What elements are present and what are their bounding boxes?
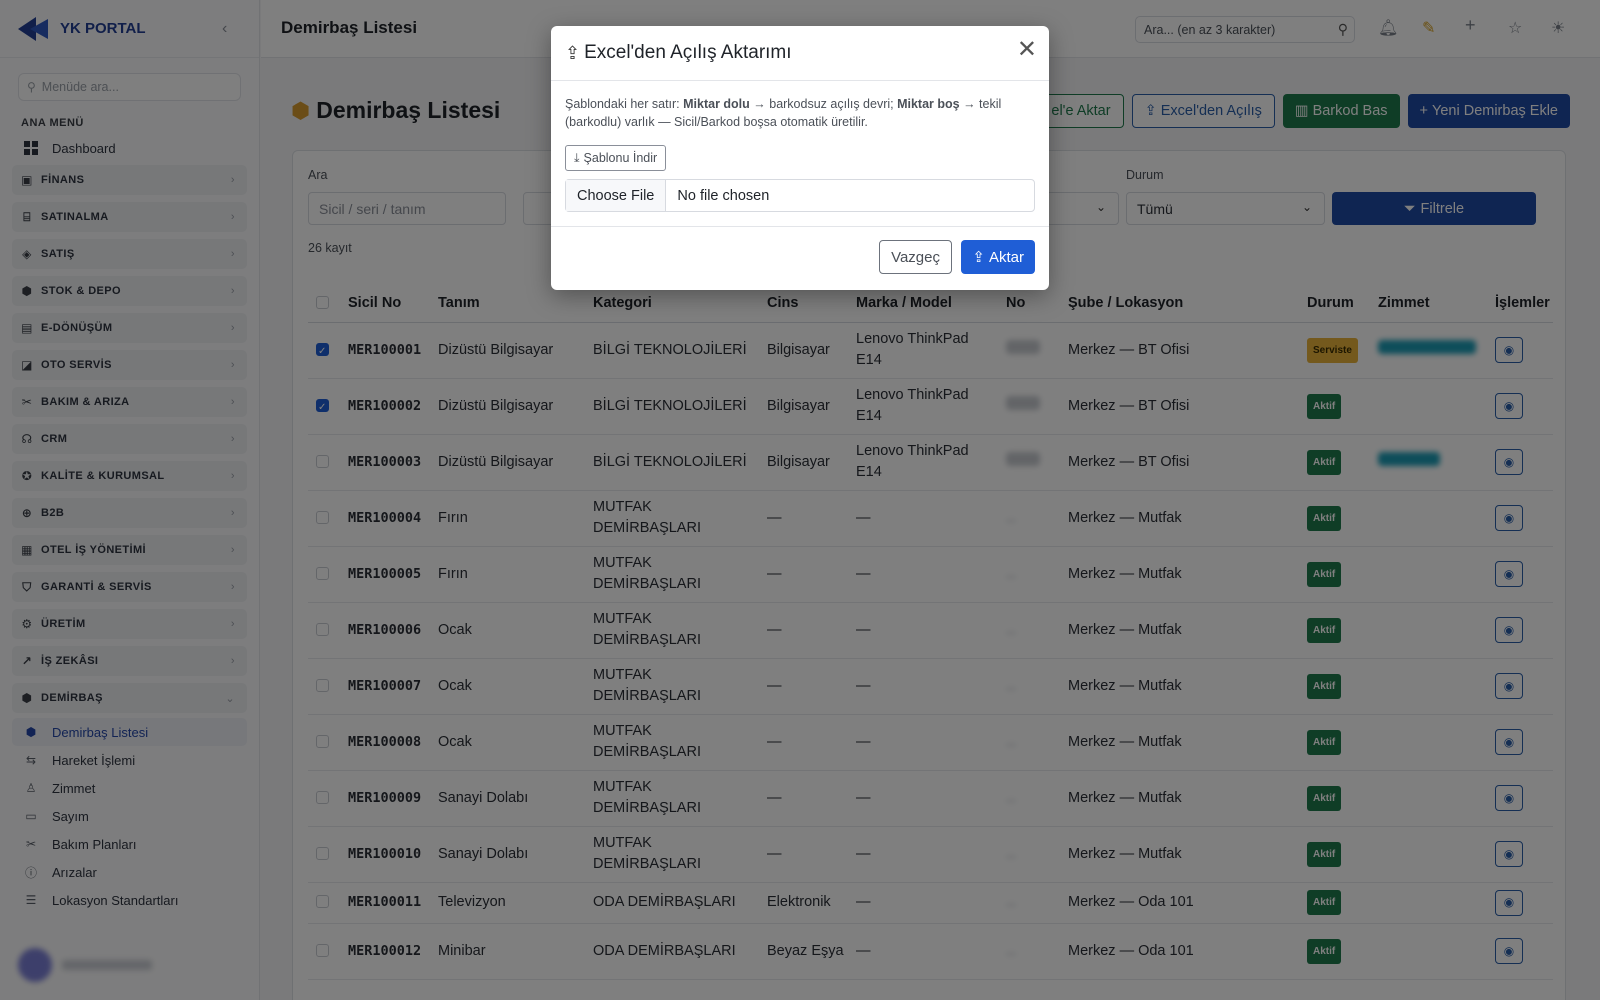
choose-file-button[interactable]: Choose File: [566, 180, 667, 211]
modal-title: Excel'den Açılış Aktarımı: [584, 42, 792, 63]
modal-body: Şablondaki her satır: Miktar dolu → bark…: [551, 81, 1049, 212]
desc-bold: Miktar boş: [897, 97, 960, 111]
import-button-label: Aktar: [988, 248, 1024, 266]
modal-description: Şablondaki her satır: Miktar dolu → bark…: [565, 95, 1035, 131]
excel-import-modal: ⇪ Excel'den Açılış Aktarımı ✕ Şablondaki…: [551, 26, 1049, 290]
cancel-button[interactable]: Vazgeç: [879, 240, 952, 274]
download-icon: ⤓: [574, 151, 580, 165]
upload-icon: ⇪: [565, 42, 581, 63]
desc-part: → barkodsuz açılış devri;: [749, 97, 898, 111]
desc-bold: Miktar dolu: [683, 97, 750, 111]
close-icon[interactable]: ✕: [1017, 38, 1037, 62]
upload-icon: ⇪: [972, 249, 985, 266]
import-button[interactable]: ⇪ Aktar: [961, 240, 1035, 274]
download-template-button[interactable]: ⤓ Şablonu İndir: [565, 145, 667, 171]
file-status: No file chosen: [677, 187, 770, 204]
download-template-label: Şablonu İndir: [583, 151, 658, 165]
modal-footer: Vazgeç ⇪ Aktar: [551, 226, 1049, 290]
modal-header: ⇪ Excel'den Açılış Aktarımı: [551, 26, 1049, 81]
desc-part: Şablondaki her satır:: [565, 97, 684, 111]
file-input[interactable]: Choose File No file chosen: [565, 179, 1035, 212]
